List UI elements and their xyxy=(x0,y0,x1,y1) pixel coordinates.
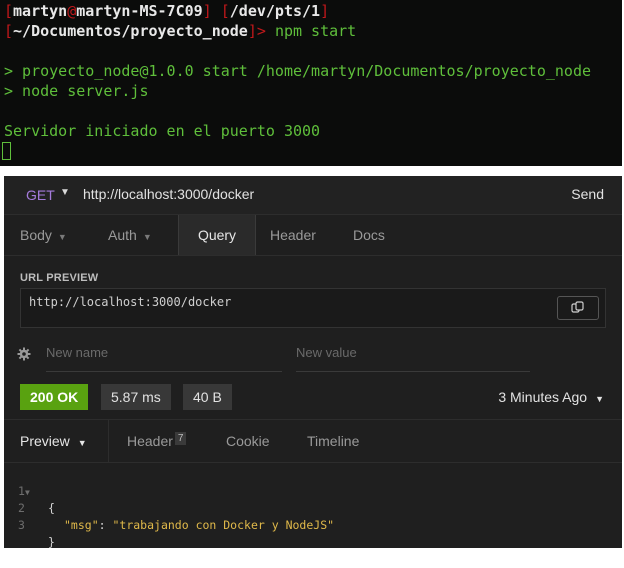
terminal-output-1: > proyecto_node@1.0.0 start /home/martyn… xyxy=(4,62,591,80)
code-line: 3 } xyxy=(18,518,55,549)
query-value-input[interactable]: New value xyxy=(296,345,530,372)
tab-cookie[interactable]: Cookie xyxy=(226,420,270,462)
chevron-down-icon: ▼ xyxy=(77,438,87,448)
tab-response-header[interactable]: Header 7 xyxy=(127,420,187,462)
terminal-prompt-line-2: [~/Documentos/proyecto_node]> npm start xyxy=(4,22,357,40)
code-line: 2 "msg": "trabajando con Docker y NodeJS… xyxy=(18,501,335,532)
response-status-row: 200 OK 5.87 ms 40 B 3 Minutes Ago ▼ xyxy=(4,384,622,418)
gear-icon[interactable] xyxy=(17,347,31,361)
copy-button[interactable] xyxy=(557,296,599,320)
url-preview-box: http://localhost:3000/docker xyxy=(20,288,606,328)
chevron-down-icon: ▼ xyxy=(142,232,152,242)
chevron-down-icon: ▼ xyxy=(57,232,67,242)
history-dropdown[interactable]: 3 Minutes Ago ▼ xyxy=(498,389,604,405)
header-count-badge: 7 xyxy=(174,432,187,445)
tab-header[interactable]: Header xyxy=(270,215,316,255)
divider xyxy=(108,420,109,462)
prompt-tty: /dev/pts/1 xyxy=(229,2,321,20)
url-preview-value: http://localhost:3000/docker xyxy=(29,295,232,309)
terminal-cursor xyxy=(2,142,11,160)
terminal-output-3: Servidor iniciado en el puerto 3000 xyxy=(4,122,321,140)
prompt-arrow: > xyxy=(256,22,275,40)
url-input[interactable]: http://localhost:3000/docker xyxy=(83,186,254,202)
terminal-command: npm start xyxy=(274,22,357,40)
terminal-output-2: > node server.js xyxy=(4,82,149,100)
code-line: 1▼ { xyxy=(18,484,55,515)
tab-auth[interactable]: Auth ▼ xyxy=(108,215,152,255)
response-size-badge: 40 B xyxy=(183,384,232,410)
api-client-window: GET ▼ http://localhost:3000/docker Send … xyxy=(4,176,622,549)
chevron-down-icon[interactable]: ▼ xyxy=(60,187,70,198)
send-button[interactable]: Send xyxy=(571,186,604,202)
terminal-window: [martyn@martyn-MS-7C09] [/dev/pts/1] [~/… xyxy=(0,0,622,166)
status-badge: 200 OK xyxy=(20,384,89,410)
chevron-down-icon: ▼ xyxy=(595,394,604,404)
prompt-host: martyn-MS-7C09 xyxy=(76,2,203,20)
tab-query[interactable]: Query xyxy=(178,215,256,255)
tab-timeline[interactable]: Timeline xyxy=(307,420,359,462)
terminal-prompt-line-1: [martyn@martyn-MS-7C09] [/dev/pts/1] xyxy=(4,2,330,20)
prompt-at: @ xyxy=(67,2,77,20)
request-tabs: Body ▼ Auth ▼ Query Header Docs xyxy=(4,215,622,256)
prompt-user: martyn xyxy=(13,2,68,20)
url-preview-label: URL PREVIEW xyxy=(20,272,99,284)
url-bar: GET ▼ http://localhost:3000/docker Send xyxy=(4,176,622,215)
copy-icon xyxy=(571,301,584,313)
prompt-cwd: ~/Documentos/proyecto_node xyxy=(13,22,248,40)
response-tabs: Preview ▼ Header 7 Cookie Timeline xyxy=(4,419,622,463)
tab-docs[interactable]: Docs xyxy=(353,215,385,255)
tab-body[interactable]: Body ▼ xyxy=(20,215,67,255)
response-time-badge: 5.87 ms xyxy=(101,384,171,410)
query-name-input[interactable]: New name xyxy=(46,345,282,372)
tab-preview[interactable]: Preview ▼ xyxy=(20,420,87,462)
method-selector[interactable]: GET xyxy=(26,187,55,203)
